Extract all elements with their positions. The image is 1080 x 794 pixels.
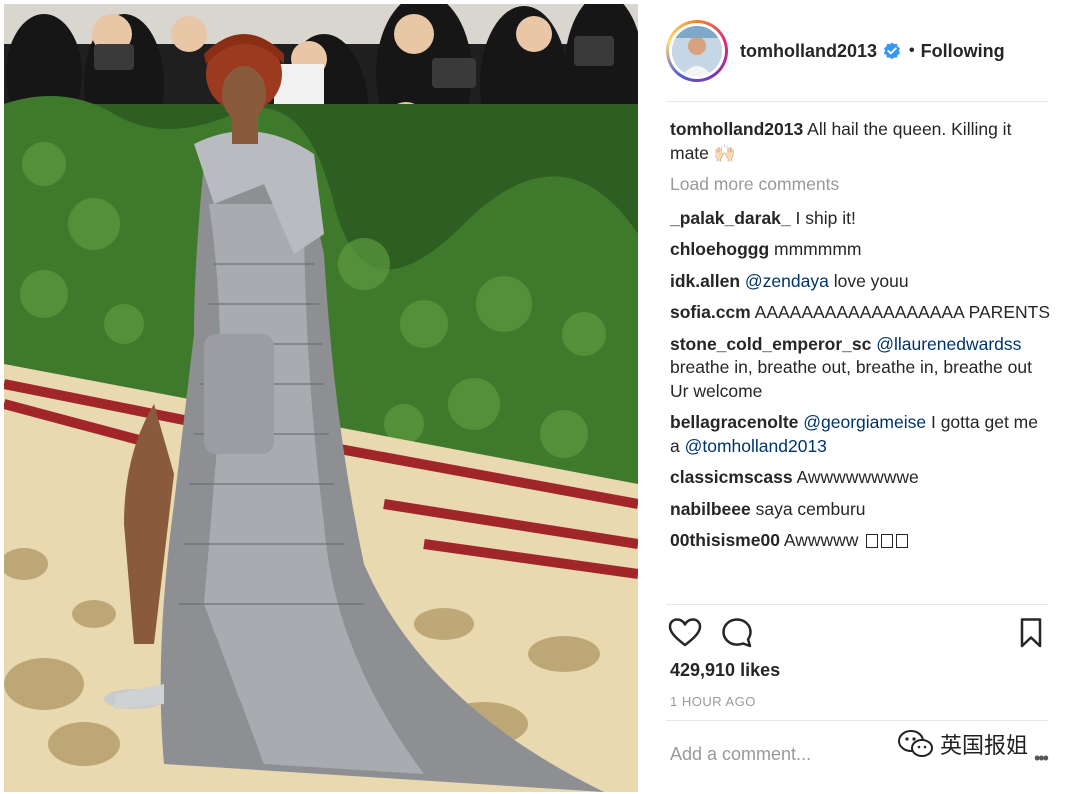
comment-item: 00thisisme00 Awwwww <box>670 529 1052 553</box>
comment-username[interactable]: nabilbeee <box>670 499 751 519</box>
following-button[interactable]: Following <box>921 41 1005 62</box>
comment-text: AAAAAAAAAAAAAAAAAA PARENTS <box>754 302 1050 322</box>
more-options-icon[interactable]: ••• <box>1034 748 1049 769</box>
comment-item: idk.allen @zendaya love youu <box>670 270 1052 294</box>
comment-username[interactable]: bellagracenolte <box>670 412 798 432</box>
comment-text: Awwwww <box>783 530 859 550</box>
load-more-comments-link[interactable]: Load more comments <box>670 173 1052 197</box>
footer-divider <box>666 720 1048 721</box>
comment-item: stone_cold_emperor_sc @llaurenedwardss b… <box>670 333 1052 404</box>
comment-mention-link[interactable]: @zendaya <box>745 271 829 291</box>
comments-divider <box>666 604 1048 605</box>
comment-text: breathe in, breathe out, breathe in, bre… <box>670 357 1032 377</box>
comment-text: love youu <box>833 270 909 291</box>
header-username-link[interactable]: tomholland2013 <box>740 41 877 62</box>
comment-username[interactable]: 00thisisme00 <box>670 530 780 550</box>
avatar-image <box>672 26 722 76</box>
comment-text-line2: Ur welcome <box>670 380 763 401</box>
avatar-border <box>669 23 725 79</box>
missing-glyph-icon <box>896 534 909 548</box>
post-timestamp: 1 HOUR AGO <box>670 694 756 709</box>
avatar[interactable] <box>666 20 728 82</box>
comment-username[interactable]: idk.allen <box>670 271 740 291</box>
separator-dot: • <box>909 42 915 59</box>
comment-item: classicmscass Awwwwwwwwe <box>670 466 1052 490</box>
post-header: tomholland2013 • Following <box>666 18 1048 84</box>
comment-mention-link[interactable]: @llaurenedwardss <box>876 334 1021 354</box>
comment-text: mmmmmm <box>774 239 862 259</box>
verified-badge-icon <box>883 42 901 60</box>
comment-item: sofia.ccm AAAAAAAAAAAAAAAAAA PARENTS <box>670 301 1052 325</box>
post-photo-illustration <box>4 4 638 792</box>
comment-username[interactable]: _palak_darak_ <box>670 208 791 228</box>
comment-text: I ship it! <box>795 207 856 228</box>
caption-emoji: 🙌🏻 <box>713 142 736 163</box>
add-comment-input[interactable]: Add a comment... <box>670 744 811 765</box>
comment-item: _palak_darak_ I ship it! <box>670 207 1052 231</box>
heart-icon[interactable] <box>668 616 702 650</box>
comment-username[interactable]: sofia.ccm <box>670 302 751 322</box>
missing-glyph-icon <box>881 534 894 548</box>
comment-username[interactable]: classicmscass <box>670 467 793 487</box>
likes-count[interactable]: 429,910 likes <box>670 660 780 681</box>
watermark-text: 英国报姐 <box>940 734 1029 759</box>
wechat-logo-icon <box>898 730 933 757</box>
instagram-post-window: tomholland2013 • Following tomholland201… <box>0 0 1080 794</box>
comment-item: bellagracenolte @georgiameise I gotta ge… <box>670 411 1052 458</box>
post-side-panel: tomholland2013 • Following tomholland201… <box>646 0 1070 794</box>
bookmark-icon[interactable] <box>1014 616 1048 650</box>
comment-text: Awwwwwwwwe <box>796 467 919 487</box>
comment-bubble-icon[interactable] <box>720 616 754 650</box>
missing-glyph-icon <box>866 534 879 548</box>
comments-list: tomholland2013 All hail the queen. Killi… <box>670 118 1052 561</box>
comment-username[interactable]: stone_cold_emperor_sc <box>670 334 871 354</box>
caption: tomholland2013 All hail the queen. Killi… <box>670 118 1052 165</box>
watermark: 英国报姐 <box>898 728 1028 760</box>
caption-username[interactable]: tomholland2013 <box>670 119 803 139</box>
action-bar <box>668 612 1048 652</box>
comment-username[interactable]: chloehoggg <box>670 239 769 259</box>
comment-item: nabilbeee saya cemburu <box>670 498 1052 522</box>
post-photo[interactable] <box>4 4 638 792</box>
header-divider <box>666 101 1048 102</box>
comment-item: chloehoggg mmmmmm <box>670 238 1052 262</box>
comment-mention-link-2[interactable]: @tomholland2013 <box>685 436 827 456</box>
comment-text: saya cemburu <box>755 498 866 519</box>
comment-mention-link[interactable]: @georgiameise <box>803 412 926 432</box>
